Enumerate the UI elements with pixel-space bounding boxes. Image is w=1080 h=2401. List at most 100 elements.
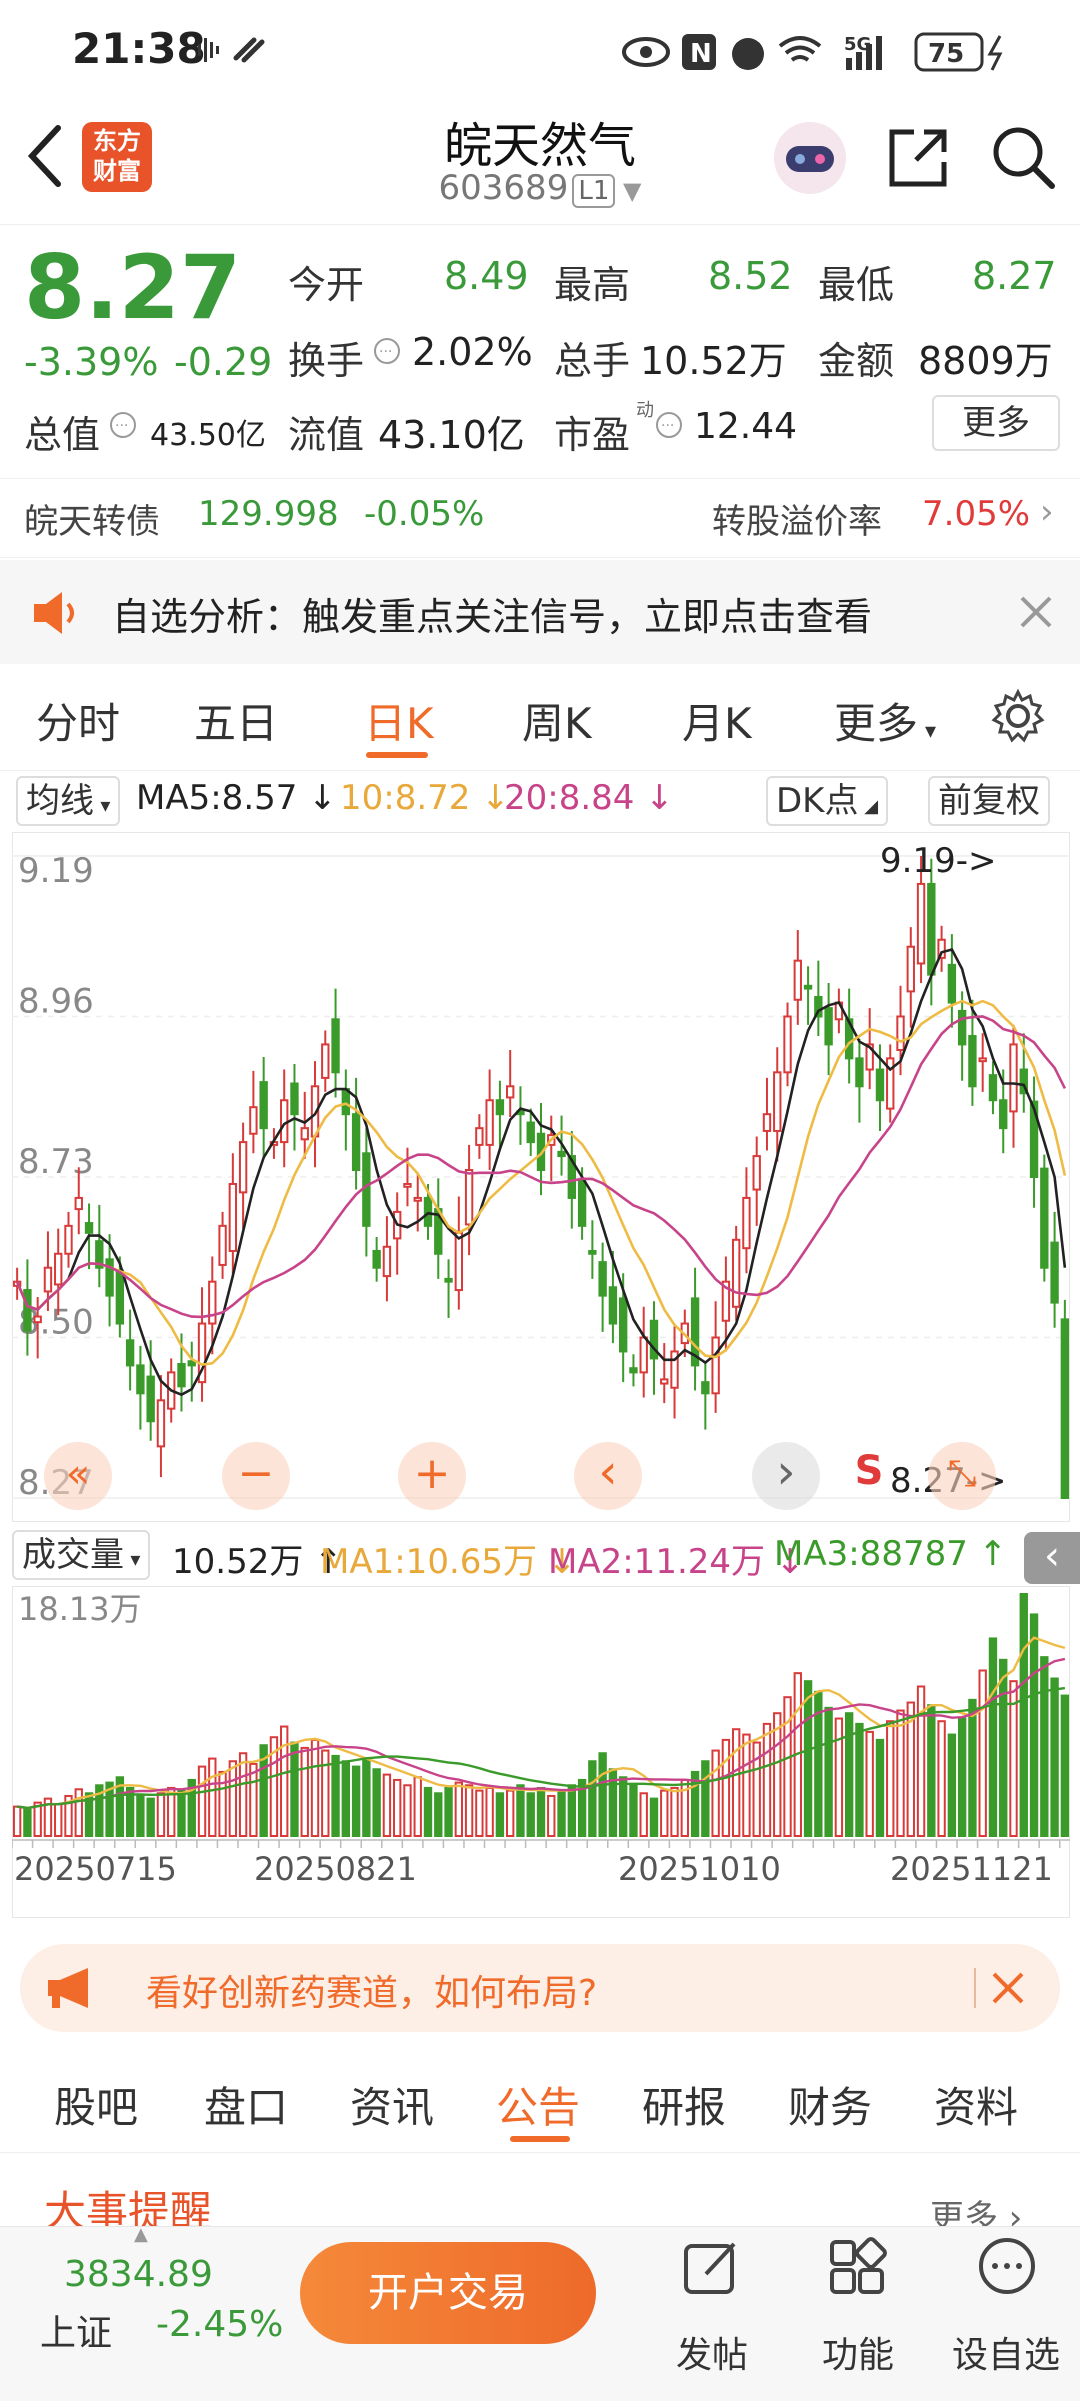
volume-bar xyxy=(208,1757,217,1837)
signal-s-icon[interactable]: S xyxy=(844,1448,894,1508)
ma5-value: MA5:8.57 xyxy=(136,778,298,818)
candle-body xyxy=(1009,1043,1018,1113)
index-change[interactable]: -2.45% xyxy=(156,2304,283,2345)
volume-selector[interactable]: 成交量 ▾ xyxy=(12,1530,151,1580)
tab-five-day[interactable]: 五日 xyxy=(194,690,278,751)
zoom-in-button[interactable]: + xyxy=(398,1442,466,1510)
zoom-out-button[interactable]: − xyxy=(222,1442,290,1510)
volume-bar xyxy=(526,1792,535,1838)
tab-more[interactable]: 更多 ▾ xyxy=(834,690,936,751)
volume-bar xyxy=(731,1728,741,1837)
close-icon[interactable] xyxy=(990,1970,1026,2006)
ma20-text: 20:8.84 ↓ xyxy=(504,778,674,818)
ma20-value: 20:8.84 xyxy=(504,778,635,818)
svg-text:75: 75 xyxy=(928,39,964,69)
volume-bar xyxy=(629,1784,638,1837)
tab-financials[interactable]: 财务 xyxy=(788,2074,872,2135)
volume-chart[interactable]: 18.13万 20250715 20250821 20251010 20251121 xyxy=(11,1585,1071,1919)
candle-body xyxy=(341,1088,351,1116)
notice-text: 自选分析：触发重点关注信号，立即点击查看 xyxy=(112,595,873,639)
status-icons-right: N 5G 75 xyxy=(622,32,1003,72)
volume-bar xyxy=(557,1789,566,1837)
candle-body xyxy=(43,1266,53,1293)
volume-bar xyxy=(660,1789,669,1837)
ma-selector[interactable]: 均线 ▾ xyxy=(16,776,121,826)
volume-bar xyxy=(896,1709,905,1837)
x-axis-label: 20251010 xyxy=(618,1850,781,1888)
volume-bar xyxy=(875,1738,885,1838)
candle-body xyxy=(403,1182,412,1188)
share-icon[interactable] xyxy=(886,126,950,190)
tab-orderbook[interactable]: 盘口 xyxy=(204,2074,288,2135)
dk-point-button[interactable]: DK点 ◢ xyxy=(766,776,889,826)
candle-body xyxy=(875,1068,885,1102)
candle-body xyxy=(906,945,915,993)
zoom-out-far-button[interactable]: « xyxy=(44,1442,112,1510)
close-icon[interactable] xyxy=(1018,594,1054,630)
adjust-button[interactable]: 前复权 xyxy=(928,776,1050,826)
post-icon[interactable] xyxy=(680,2236,744,2300)
tab-intraday[interactable]: 分时 xyxy=(36,690,120,751)
volume-bar xyxy=(516,1784,525,1837)
pe-label: 市盈 xyxy=(554,413,631,457)
status-icons-left xyxy=(198,37,265,63)
index-name[interactable]: 上证 xyxy=(40,2304,112,2356)
convertible-bond-row[interactable] xyxy=(0,478,1080,558)
candle-body xyxy=(916,882,926,965)
open-account-trade-button[interactable]: 开户交易 xyxy=(300,2242,596,2344)
scroll-left-button[interactable]: ‹ xyxy=(574,1442,642,1510)
volume-bar xyxy=(834,1717,844,1837)
volume-bar xyxy=(567,1784,576,1837)
info-icon[interactable]: ··· xyxy=(108,410,138,440)
volume-bar xyxy=(156,1792,166,1838)
search-icon[interactable] xyxy=(990,124,1056,190)
candle-body xyxy=(506,1085,515,1099)
candle-body xyxy=(454,1231,464,1292)
y-tick-label: 8.73 xyxy=(18,1142,94,1182)
current-price: 8.27 xyxy=(24,236,242,339)
tab-weekly-k[interactable]: 周K xyxy=(522,690,592,751)
gear-icon[interactable] xyxy=(990,688,1046,744)
tab-monthly-k[interactable]: 月K xyxy=(682,690,752,751)
amount-label: 金额 xyxy=(818,339,895,383)
scroll-right-button[interactable]: › xyxy=(752,1442,820,1510)
svg-text:···: ··· xyxy=(115,418,128,434)
candle-body xyxy=(423,1196,433,1227)
tab-announcements[interactable]: 公告 xyxy=(496,2074,580,2135)
functions-icon[interactable] xyxy=(826,2236,890,2300)
volume-bar xyxy=(957,1717,967,1837)
functions-label[interactable]: 功能 xyxy=(788,2326,928,2378)
level-badge: L1 xyxy=(572,174,616,208)
index-value[interactable]: 3834.89 xyxy=(64,2254,213,2295)
collapse-panel-icon[interactable]: ‹ xyxy=(1024,1532,1080,1584)
candle-body xyxy=(1060,1318,1070,1500)
post-label[interactable]: 发帖 xyxy=(642,2326,782,2378)
candle-body xyxy=(259,1081,268,1130)
candle-body xyxy=(321,1043,330,1079)
candle-body xyxy=(1050,1241,1059,1304)
svg-text:N: N xyxy=(690,39,712,69)
ma-selector-label: 均线 xyxy=(26,781,94,821)
x-axis-label: 20251121 xyxy=(890,1850,1053,1888)
fullscreen-button[interactable]: ⤡ xyxy=(928,1442,996,1510)
info-icon[interactable]: ··· xyxy=(654,410,684,440)
candle-body xyxy=(598,1261,607,1297)
promo-divider xyxy=(974,1968,976,2008)
tab-news[interactable]: 资讯 xyxy=(350,2074,434,2135)
tab-research[interactable]: 研报 xyxy=(642,2074,726,2135)
assistant-avatar-icon[interactable] xyxy=(770,118,850,198)
kline-chart[interactable]: 9.198.968.738.508.279.19->8.27-> xyxy=(11,831,1071,1523)
volume-bar xyxy=(197,1765,207,1837)
high-value: 8.52 xyxy=(708,254,793,298)
vol-ma2-value: MA2:11.24万 xyxy=(548,1542,766,1582)
add-watchlist-icon[interactable] xyxy=(975,2234,1039,2298)
tab-profile[interactable]: 资料 xyxy=(934,2074,1018,2135)
tab-forum[interactable]: 股吧 xyxy=(54,2074,138,2135)
candle-body xyxy=(33,1315,42,1324)
add-watchlist-label[interactable]: 设自选 xyxy=(936,2326,1076,2378)
tab-daily-k[interactable]: 日K xyxy=(364,690,434,751)
quote-more-button[interactable]: 更多 xyxy=(932,395,1060,451)
candle-body xyxy=(1040,1167,1049,1269)
volume-label: 总手 xyxy=(554,339,631,383)
info-icon[interactable]: ··· xyxy=(372,336,402,366)
